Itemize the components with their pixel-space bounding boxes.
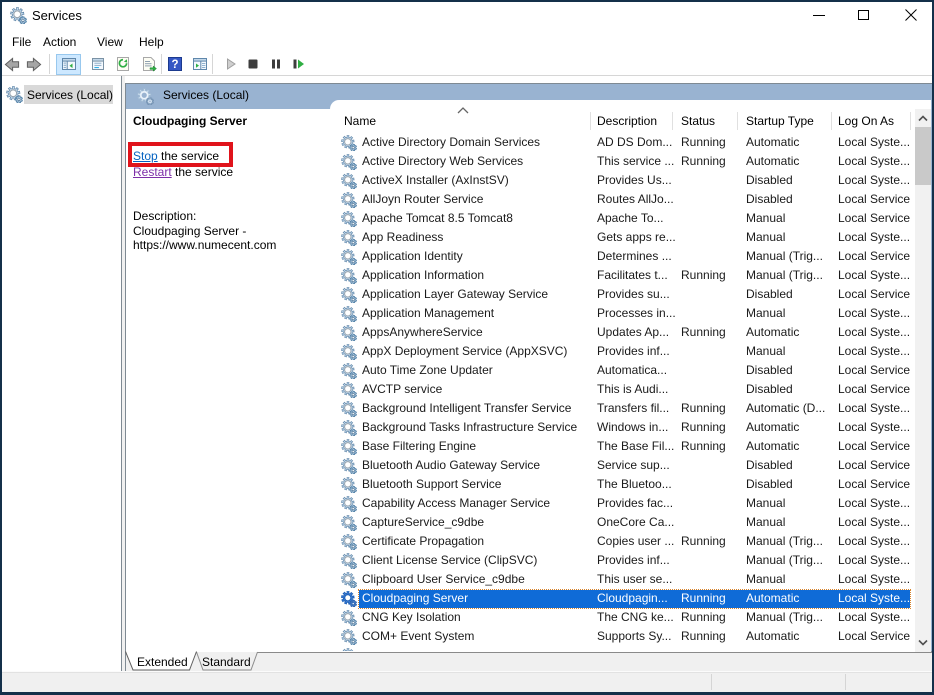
svg-text:?: ? [171, 59, 178, 71]
